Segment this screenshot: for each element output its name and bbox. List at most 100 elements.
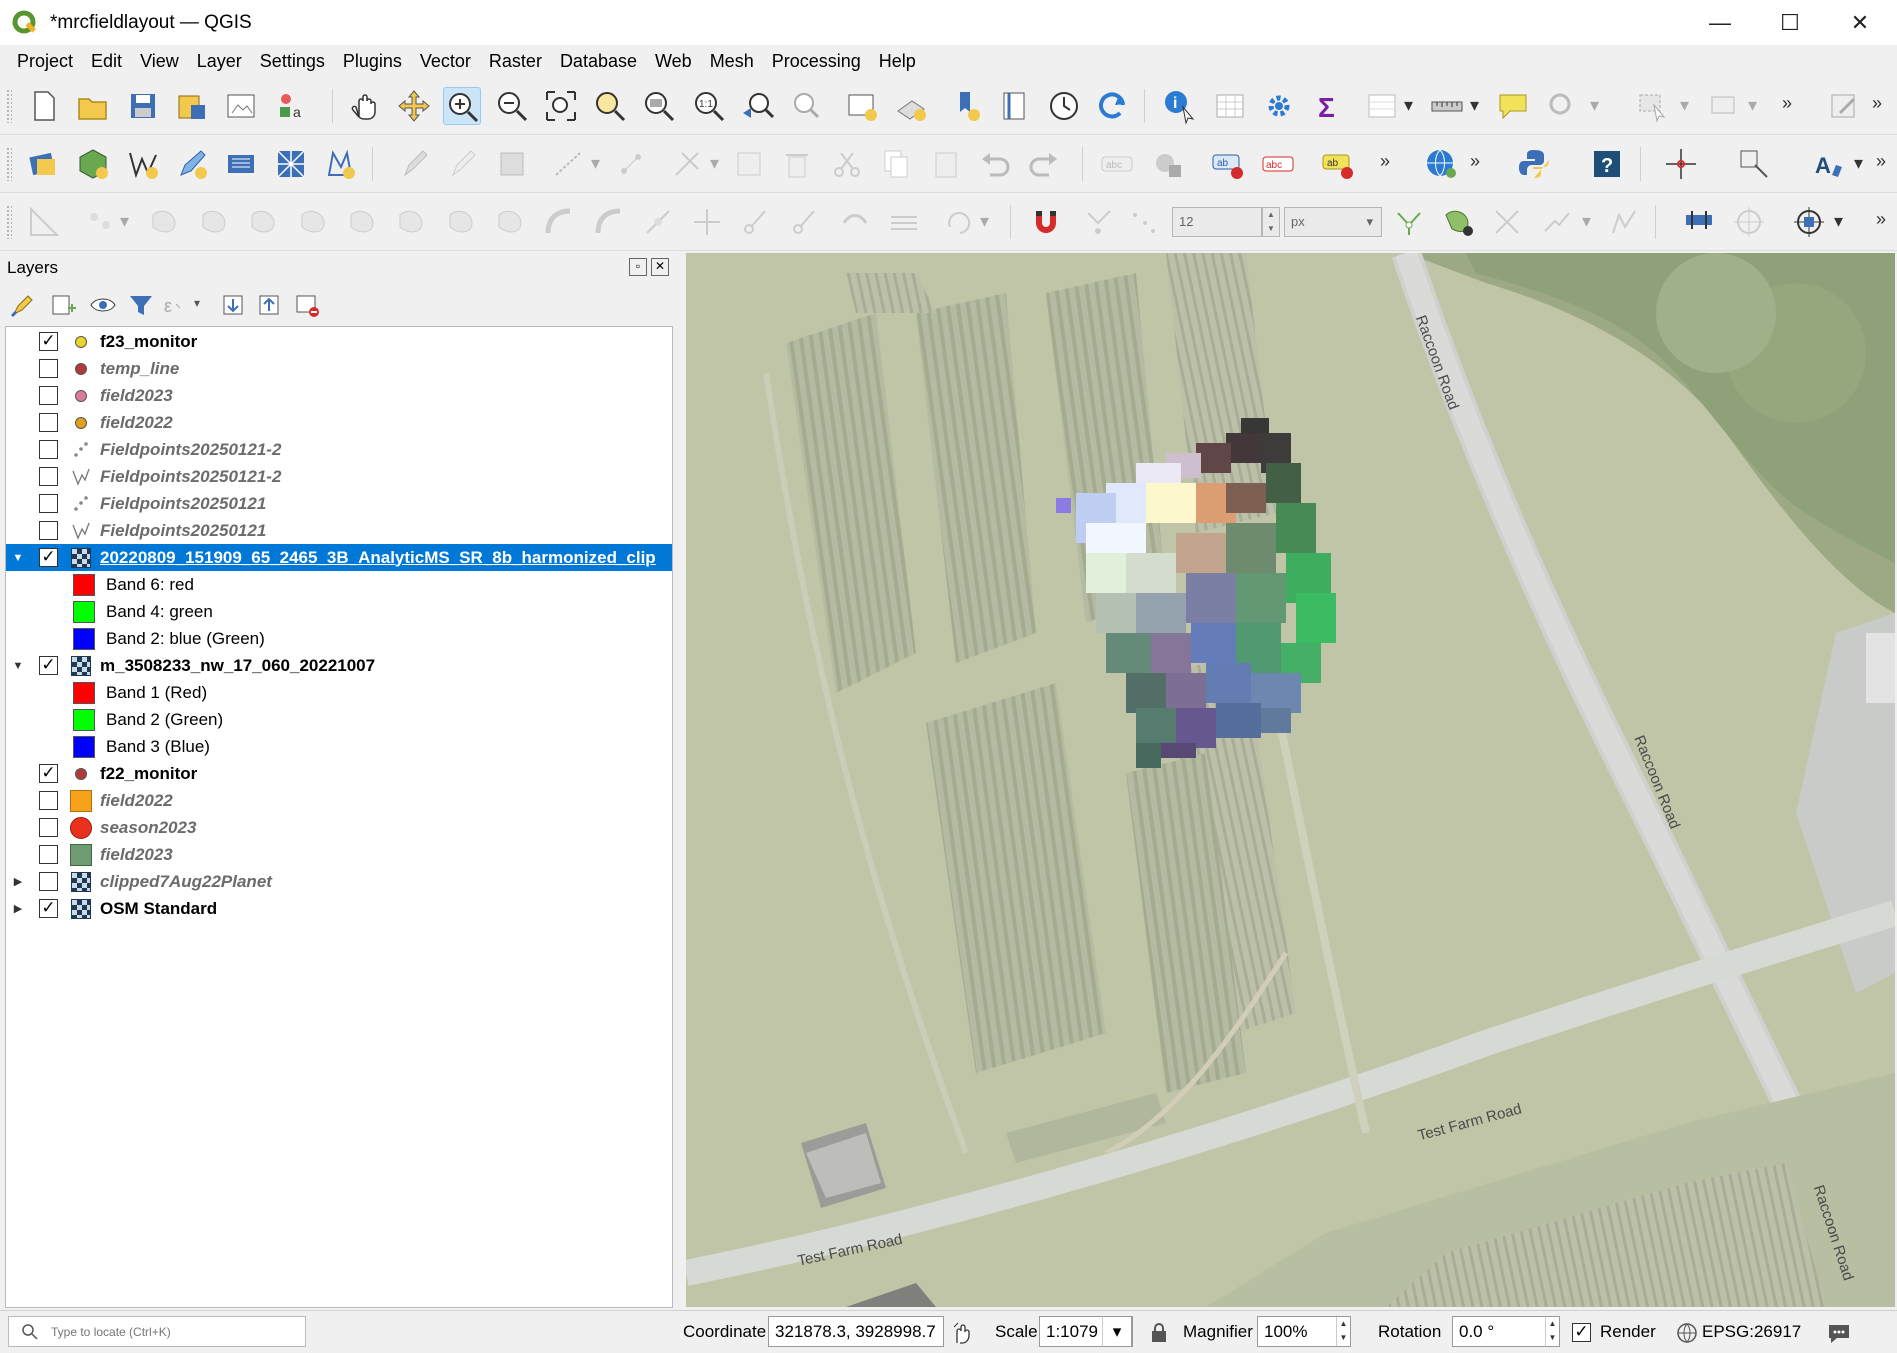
zoom-next-icon[interactable] — [788, 87, 826, 125]
select-annotation-icon[interactable] — [1543, 87, 1581, 125]
expand-all-icon[interactable] — [218, 290, 248, 320]
rotate-feature-icon[interactable] — [940, 203, 978, 241]
layer-visibility-checkbox[interactable]: ✓ — [39, 764, 58, 783]
messages-icon[interactable] — [1826, 1321, 1852, 1345]
new-temporary-layer-icon[interactable] — [173, 145, 211, 183]
deselect-features-icon[interactable] — [1704, 87, 1742, 125]
new-geopackage-icon[interactable] — [74, 145, 112, 183]
snapping-type-icon[interactable] — [1125, 203, 1163, 241]
new-map-view-icon[interactable] — [946, 87, 984, 125]
filter-legend-icon[interactable] — [126, 290, 156, 320]
diagram-tool-icon[interactable] — [1149, 145, 1187, 183]
new-point-cloud-icon[interactable] — [321, 145, 359, 183]
zoom-out-icon[interactable] — [493, 87, 531, 125]
print-layout-icon[interactable] — [222, 87, 260, 125]
zoom-full-icon[interactable] — [542, 87, 580, 125]
layer-row[interactable]: temp_line — [6, 355, 672, 382]
layer-row-selected[interactable]: ▼ ✓ 20220809_151909_65_2465_3B_AnalyticM… — [6, 544, 672, 571]
collapse-all-icon[interactable] — [254, 290, 284, 320]
zoom-to-layer-icon[interactable] — [640, 87, 678, 125]
fill-ring-icon[interactable] — [195, 203, 233, 241]
vertex-tool-icon[interactable] — [612, 145, 650, 183]
open-project-icon[interactable] — [74, 87, 112, 125]
collapse-arrow-icon[interactable]: ▼ — [10, 552, 26, 564]
layer-visibility-checkbox[interactable] — [39, 791, 58, 810]
layer-row[interactable]: Fieldpoints20250121-2 — [6, 463, 672, 490]
refresh-icon[interactable] — [1093, 87, 1131, 125]
snapping-tracing-icon[interactable] — [1537, 203, 1575, 241]
save-edits-icon[interactable] — [493, 145, 531, 183]
panel-splitter[interactable] — [677, 252, 686, 1310]
toggle-extents-icon[interactable] — [951, 1321, 975, 1345]
redo-icon[interactable] — [1025, 145, 1063, 183]
menu-raster[interactable]: Raster — [480, 51, 551, 72]
add-group-icon[interactable] — [48, 290, 78, 320]
add-part-icon[interactable] — [145, 203, 183, 241]
layer-visibility-checkbox[interactable] — [39, 818, 58, 837]
layer-visibility-checkbox[interactable]: ✓ — [39, 332, 58, 351]
menu-vector[interactable]: Vector — [411, 51, 480, 72]
filter-by-expression-icon[interactable]: ε — [162, 290, 192, 320]
layer-row[interactable]: Fieldpoints20250121-2 — [6, 436, 672, 463]
minimize-button[interactable]: — — [1685, 0, 1755, 45]
save-project-icon[interactable] — [124, 87, 162, 125]
modify-attributes-icon[interactable] — [730, 145, 768, 183]
topological-editing-icon[interactable] — [1390, 203, 1428, 241]
rotation-field[interactable]: 0.0 ° ▲ ▼ — [1452, 1316, 1560, 1347]
layer-row[interactable]: field2023 — [6, 382, 672, 409]
new-shapefile-icon[interactable] — [124, 145, 162, 183]
menu-database[interactable]: Database — [551, 51, 646, 72]
help-icon[interactable]: ? — [1588, 145, 1626, 183]
layer-visibility-checkbox[interactable] — [39, 440, 58, 459]
maximize-button[interactable]: ☐ — [1755, 0, 1825, 45]
layer-visibility-checkbox[interactable] — [39, 413, 58, 432]
delete-selected-icon[interactable] — [778, 145, 816, 183]
menu-edit[interactable]: Edit — [82, 51, 131, 72]
toolbar-grip[interactable] — [6, 205, 12, 239]
georeferencer-icon[interactable] — [1662, 145, 1700, 183]
lock-scale-icon[interactable] — [1149, 1322, 1169, 1344]
advanced-digitizing-panel-icon[interactable] — [1680, 203, 1718, 241]
cut-features-icon[interactable] — [828, 145, 866, 183]
locator-input[interactable] — [49, 1321, 299, 1343]
zoom-native-icon[interactable]: 1:1 — [690, 87, 728, 125]
menu-web[interactable]: Web — [646, 51, 701, 72]
undo-icon[interactable] — [976, 145, 1014, 183]
new-mesh-layer-icon[interactable] — [272, 145, 310, 183]
metasearch-icon[interactable] — [1422, 145, 1460, 183]
toolbar-grip[interactable] — [6, 89, 12, 123]
layer-labeling-icon[interactable]: ab — [1209, 145, 1247, 183]
text-annotation-icon[interactable]: A — [1810, 145, 1848, 183]
new-virtual-layer-icon[interactable] — [222, 145, 260, 183]
menu-layer[interactable]: Layer — [188, 51, 251, 72]
close-button[interactable]: ✕ — [1825, 0, 1895, 45]
offset-curve-icon[interactable] — [392, 203, 430, 241]
zoom-last-icon[interactable] — [739, 87, 777, 125]
rotate-point-symbols-icon[interactable] — [639, 203, 677, 241]
layer-row[interactable]: ▼ ✓ m_3508233_nw_17_060_20221007 — [6, 652, 672, 679]
layer-visibility-checkbox[interactable]: ✓ — [39, 548, 58, 567]
select-features-icon[interactable] — [1634, 87, 1672, 125]
menu-processing[interactable]: Processing — [763, 51, 870, 72]
layer-visibility-checkbox[interactable] — [39, 386, 58, 405]
layer-visibility-checkbox[interactable]: ✓ — [39, 899, 58, 918]
layer-row[interactable]: ✓ f23_monitor — [6, 328, 672, 355]
manage-map-themes-icon[interactable] — [88, 290, 118, 320]
toolbar-grip[interactable] — [6, 147, 12, 181]
layer-visibility-checkbox[interactable]: ✓ — [39, 656, 58, 675]
highlight-label-icon[interactable]: abc — [1259, 145, 1297, 183]
delete-ring-icon[interactable] — [244, 203, 282, 241]
identify-features-icon[interactable]: i — [1161, 87, 1199, 125]
toggle-editing-icon-2[interactable] — [443, 145, 481, 183]
layer-visibility-checkbox[interactable] — [39, 494, 58, 513]
digitize-icon[interactable] — [550, 145, 588, 183]
coordinate-field[interactable]: 321878.3, 3928998.7 — [768, 1316, 944, 1347]
layer-row[interactable]: field2023 — [6, 841, 672, 868]
pin-label-icon[interactable]: ab — [1319, 145, 1357, 183]
reverse-line-icon[interactable] — [836, 203, 874, 241]
split-line-icon[interactable] — [885, 203, 923, 241]
offset-point-symbols-icon[interactable] — [688, 203, 726, 241]
layer-visibility-checkbox[interactable] — [39, 521, 58, 540]
simplify-features-icon[interactable] — [786, 203, 824, 241]
layer-row[interactable]: season2023 — [6, 814, 672, 841]
